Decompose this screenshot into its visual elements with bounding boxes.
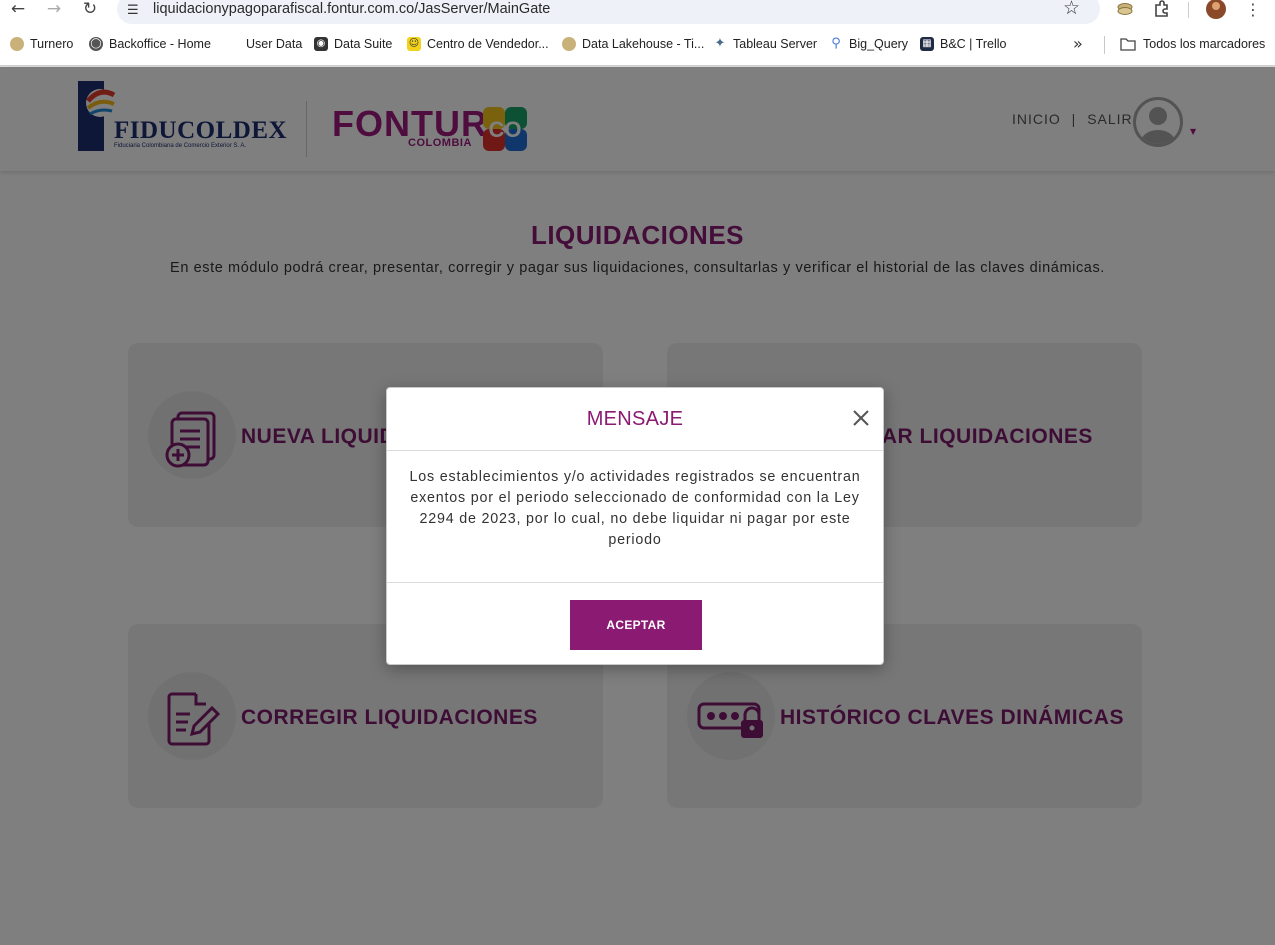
blank-page-icon bbox=[226, 37, 240, 51]
close-icon[interactable] bbox=[849, 406, 873, 430]
browser-toolbar: ← → ↻ ☰ liquidacionypagoparafiscal.fontu… bbox=[0, 0, 1275, 26]
toolbar-divider bbox=[1188, 2, 1189, 18]
coins-icon bbox=[10, 37, 24, 51]
extension-coins-icon[interactable] bbox=[1117, 1, 1133, 21]
forward-icon[interactable]: → bbox=[43, 0, 65, 20]
site-settings-icon[interactable]: ☰ bbox=[127, 3, 139, 18]
bookmark-label: Centro de Vendedor... bbox=[427, 37, 549, 51]
message-modal: MENSAJE Los establecimientos y/o activid… bbox=[386, 387, 884, 665]
folder-icon bbox=[1120, 38, 1136, 51]
url-text[interactable]: liquidacionypagoparafiscal.fontur.com.co… bbox=[153, 1, 550, 17]
page: FIDUCOLDEX Fiduciaria Colombiana de Come… bbox=[0, 67, 1275, 945]
bookmark-label: Tableau Server bbox=[733, 37, 818, 51]
bookmark-tableau[interactable]: ✦ Tableau Server bbox=[713, 36, 818, 52]
bookmark-label: User Data bbox=[246, 37, 303, 51]
modal-body: Los establecimientos y/o actividades reg… bbox=[387, 451, 883, 583]
bookmark-user-data[interactable]: User Data bbox=[226, 37, 302, 51]
bookmark-label: Turnero bbox=[30, 37, 74, 51]
bookmark-trello[interactable]: ▦ B&C | Trello bbox=[920, 37, 1006, 51]
all-bookmarks-label: Todos los marcadores bbox=[1143, 37, 1266, 51]
coins-icon bbox=[562, 37, 576, 51]
bookmark-big-query[interactable]: ⚲ Big_Query bbox=[829, 36, 909, 52]
bookmark-turnero[interactable]: Turnero bbox=[10, 37, 73, 51]
bookmarks-divider bbox=[1104, 36, 1105, 54]
vendor-icon: ☺ bbox=[407, 37, 421, 51]
bookmarks-bar: Turnero ◯ Backoffice - Home User Data ◉ … bbox=[0, 26, 1275, 66]
trello-icon: ▦ bbox=[920, 37, 934, 51]
tableau-icon: ✦ bbox=[714, 36, 726, 51]
back-icon[interactable]: ← bbox=[7, 0, 29, 20]
bookmark-data-suite[interactable]: ◉ Data Suite bbox=[314, 37, 392, 51]
modal-title: MENSAJE bbox=[586, 408, 684, 430]
extensions-puzzle-icon[interactable] bbox=[1153, 0, 1171, 22]
bookmark-star-icon[interactable]: ☆ bbox=[1063, 0, 1080, 19]
globe-icon: ◯ bbox=[89, 37, 103, 51]
bookmark-label: Data Suite bbox=[334, 37, 393, 51]
profile-avatar[interactable] bbox=[1206, 0, 1226, 19]
menu-kebab-icon[interactable]: ⋮ bbox=[1245, 0, 1261, 19]
bookmark-label: B&C | Trello bbox=[940, 37, 1007, 51]
all-bookmarks-folder[interactable]: Todos los marcadores bbox=[1120, 37, 1265, 51]
accept-button[interactable]: ACEPTAR bbox=[570, 600, 702, 650]
bookmark-data-lakehouse[interactable]: Data Lakehouse - Ti... bbox=[562, 37, 704, 51]
bookmark-label: Data Lakehouse - Ti... bbox=[582, 37, 705, 51]
bookmark-backoffice[interactable]: ◯ Backoffice - Home bbox=[89, 37, 211, 51]
address-bar[interactable]: ☰ liquidacionypagoparafiscal.fontur.com.… bbox=[117, 0, 1100, 24]
modal-message: Los establecimientos y/o actividades reg… bbox=[409, 469, 861, 548]
data-suite-icon: ◉ bbox=[314, 37, 328, 51]
bookmark-label: Backoffice - Home bbox=[109, 37, 211, 51]
bigquery-icon: ⚲ bbox=[831, 36, 841, 51]
reload-icon[interactable]: ↻ bbox=[79, 0, 101, 20]
bookmark-label: Big_Query bbox=[849, 37, 909, 51]
modal-header: MENSAJE bbox=[387, 388, 883, 451]
more-bookmarks-button[interactable]: » bbox=[1073, 34, 1083, 53]
bookmark-centro-vendedor[interactable]: ☺ Centro de Vendedor... bbox=[407, 37, 549, 51]
